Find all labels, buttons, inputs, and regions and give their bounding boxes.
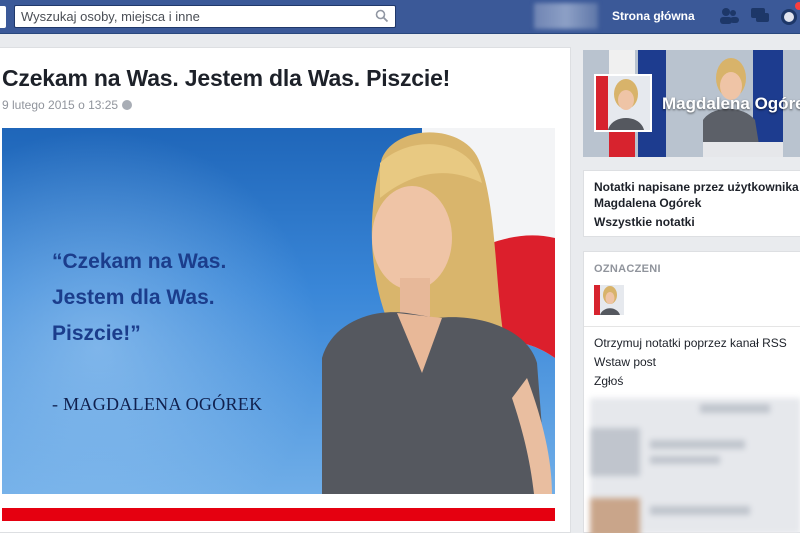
notification-badge (795, 2, 800, 10)
public-globe-icon (122, 100, 133, 110)
search-input[interactable] (15, 6, 355, 27)
embed-post-link[interactable]: Wstaw post (594, 355, 656, 369)
facebook-logo-icon[interactable] (0, 6, 6, 28)
tagged-heading: OZNACZENI (594, 263, 661, 275)
home-link[interactable]: Strona główna (612, 9, 695, 23)
post-title: Czekam na Was. Jestem dla Was. Piszcie! (2, 65, 451, 91)
background-light (2, 128, 322, 494)
profile-cover[interactable]: Magdalena Ogórek (583, 50, 800, 157)
post-date-text[interactable]: 9 lutego 2015 o 13:25 (2, 98, 118, 112)
post-image[interactable]: “Czekam na Was. Jestem dla Was. Piszcie!… (2, 128, 555, 494)
search-icon[interactable] (375, 9, 389, 23)
search-box[interactable] (14, 5, 396, 28)
tagged-card: OZNACZENI Otrzymuj notatki poprzez kanał… (583, 251, 800, 533)
rss-notes-link[interactable]: Otrzymuj notatki poprzez kanał RSS (594, 336, 787, 350)
profile-picture-image (596, 76, 650, 130)
quote-line-2: Jestem dla Was. (52, 286, 215, 309)
note-post-card: Czekam na Was. Jestem dla Was. Piszcie! … (0, 47, 571, 533)
profile-name[interactable]: Magdalena Ogórek (662, 94, 800, 114)
red-divider-bar (2, 508, 555, 521)
messages-icon[interactable] (749, 6, 771, 26)
report-link[interactable]: Zgłoś (594, 374, 623, 388)
tagged-person-image (594, 285, 624, 315)
profile-picture[interactable] (594, 74, 652, 132)
notes-by-user-link[interactable]: Notatki napisane przez użytkownika Magda… (594, 179, 800, 211)
woman-portrait-image (322, 132, 552, 494)
post-date[interactable]: 9 lutego 2015 o 13:25 (2, 98, 133, 112)
tagged-person-avatar[interactable] (594, 285, 624, 315)
notes-card: Notatki napisane przez użytkownika Magda… (583, 170, 800, 237)
quote-line-1: “Czekam na Was. (52, 250, 227, 273)
blurred-content (590, 398, 800, 533)
all-notes-link[interactable]: Wszystkie notatki (594, 215, 695, 229)
quote-signature: - MAGDALENA OGÓREK (52, 394, 263, 414)
quote-line-3: Piszcie!” (52, 322, 141, 345)
user-profile-link-blurred[interactable] (534, 3, 598, 29)
top-navigation-bar: Strona główna (0, 0, 800, 34)
divider (584, 326, 800, 327)
friends-icon[interactable] (718, 6, 740, 26)
